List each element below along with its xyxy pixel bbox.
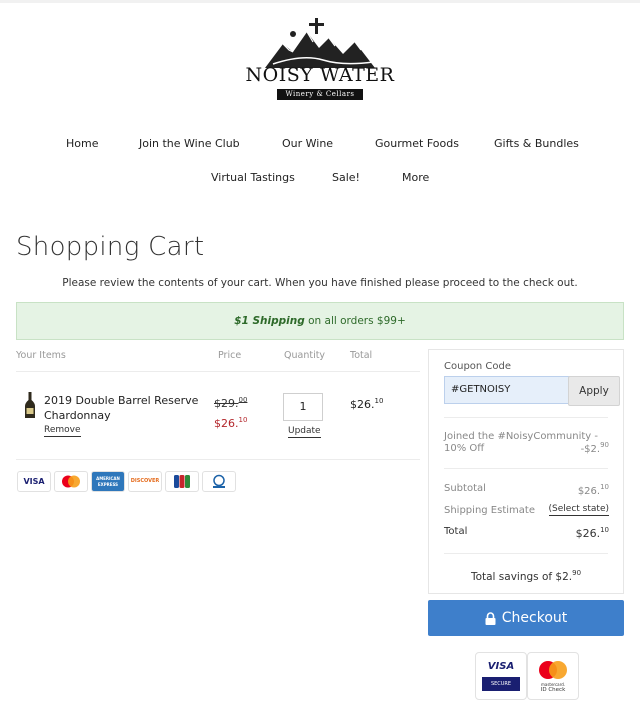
nav-wine-club[interactable]: Join the Wine Club bbox=[139, 137, 240, 150]
lock-icon bbox=[485, 611, 496, 625]
nav-sale[interactable]: Sale! bbox=[332, 171, 360, 184]
summary-divider bbox=[444, 553, 608, 554]
select-state-link[interactable]: (Select state) bbox=[548, 504, 609, 516]
line-total: $26.10 bbox=[350, 397, 384, 411]
quantity-input[interactable]: 1 bbox=[283, 393, 323, 421]
shipping-estimate-label: Shipping Estimate bbox=[444, 505, 535, 516]
nav-gifts-bundles[interactable]: Gifts & Bundles bbox=[494, 137, 579, 150]
brand-name: NOISY WATER bbox=[245, 64, 395, 86]
discount-value: -$2.90 bbox=[580, 441, 609, 455]
total-value: $26.10 bbox=[575, 526, 609, 540]
amex-card-icon: AMERICAN EXPRESS bbox=[91, 471, 125, 492]
coupon-label: Coupon Code bbox=[444, 361, 512, 372]
checkout-button[interactable]: Checkout bbox=[428, 600, 624, 636]
column-header-items: Your Items bbox=[16, 350, 66, 361]
remove-item-link[interactable]: Remove bbox=[44, 425, 81, 437]
top-bar bbox=[0, 0, 640, 3]
sale-price: $26.10 bbox=[214, 416, 248, 430]
visa-secure-badge: VISA SECURE bbox=[475, 652, 527, 700]
column-header-quantity: Quantity bbox=[284, 350, 326, 361]
nav-virtual-tastings[interactable]: Virtual Tastings bbox=[211, 171, 295, 184]
diners-club-card-icon bbox=[202, 471, 236, 492]
column-header-total: Total bbox=[350, 350, 373, 361]
column-header-price: Price bbox=[218, 350, 242, 361]
apply-coupon-button[interactable]: Apply bbox=[568, 376, 620, 406]
cart-item-name[interactable]: 2019 Double Barrel Reserve Chardonnay bbox=[44, 393, 204, 423]
mountain-logo-icon bbox=[265, 18, 375, 68]
update-quantity-link[interactable]: Update bbox=[288, 426, 321, 438]
shipping-promo-banner: $1 Shipping on all orders $99+ bbox=[16, 302, 624, 340]
mastercard-icon bbox=[54, 471, 88, 492]
coupon-code-input[interactable]: #GETNOISY bbox=[444, 376, 570, 404]
brand-tagline: Winery & Cellars bbox=[277, 89, 363, 100]
total-label: Total bbox=[444, 526, 468, 537]
subtotal-label: Subtotal bbox=[444, 483, 486, 494]
nav-gourmet-foods[interactable]: Gourmet Foods bbox=[375, 137, 459, 150]
total-savings: Total savings of $2.90 bbox=[470, 569, 582, 583]
cart-row-divider bbox=[16, 459, 420, 460]
promo-highlight: $1 Shipping bbox=[234, 315, 305, 327]
summary-divider bbox=[444, 417, 608, 418]
original-price: $29.00 bbox=[214, 396, 248, 410]
visa-card-icon: VISA bbox=[17, 471, 51, 492]
nav-our-wine[interactable]: Our Wine bbox=[282, 137, 333, 150]
page-title: Shopping Cart bbox=[16, 232, 205, 262]
jcb-card-icon bbox=[165, 471, 199, 492]
wine-bottle-icon bbox=[25, 392, 35, 418]
table-header-divider bbox=[16, 371, 420, 372]
order-summary: Coupon Code #GETNOISY Apply Joined the #… bbox=[428, 349, 624, 594]
discover-card-icon: DISCOVER bbox=[128, 471, 162, 492]
promo-text: on all orders $99+ bbox=[304, 315, 406, 327]
nav-more[interactable]: More bbox=[402, 171, 429, 184]
subtotal-value: $26.10 bbox=[577, 483, 609, 497]
page-intro: Please review the contents of your cart.… bbox=[62, 277, 578, 289]
mastercard-id-check-badge: mastercard. ID Check bbox=[527, 652, 579, 700]
summary-divider bbox=[444, 468, 608, 469]
brand-logo[interactable]: NOISY WATER Winery & Cellars bbox=[235, 14, 405, 100]
nav-home[interactable]: Home bbox=[66, 137, 98, 150]
